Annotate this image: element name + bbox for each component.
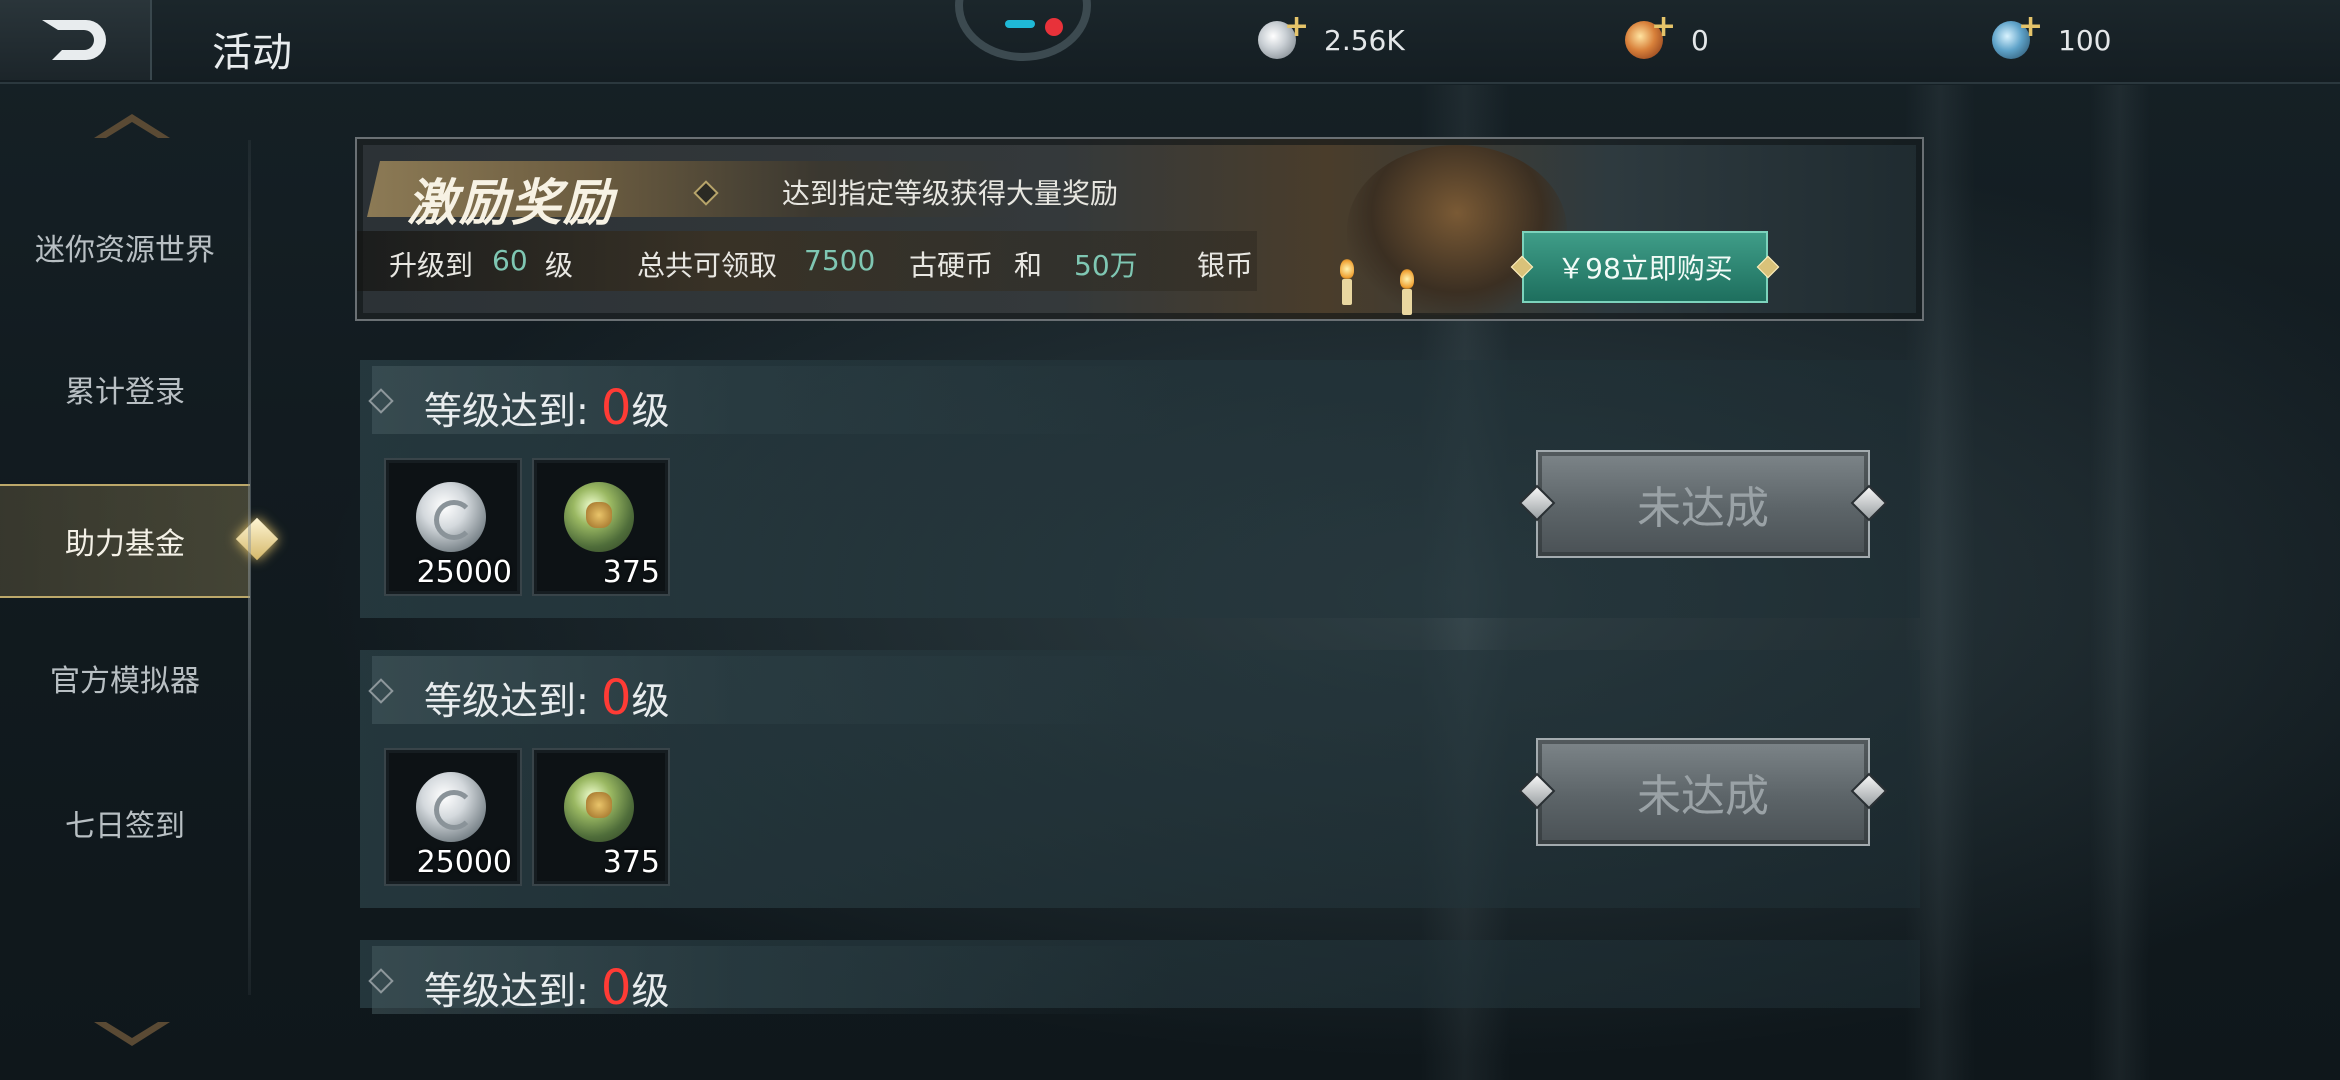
banner-text-total: 总共可领取 bbox=[637, 249, 778, 282]
sidebar-item-label: 官方模拟器 bbox=[50, 664, 200, 699]
back-arrow-icon bbox=[42, 20, 106, 60]
candle-flame-art bbox=[1340, 259, 1354, 279]
level-unit: 级 bbox=[631, 679, 670, 723]
scroll-up-chevron-icon[interactable] bbox=[92, 110, 172, 140]
sidebar-item-support-fund[interactable]: 助力基金 bbox=[0, 484, 279, 598]
reward-item-silver[interactable]: 25000 bbox=[384, 458, 522, 596]
candle-art bbox=[1342, 279, 1352, 305]
currency-copper: + 0 bbox=[1625, 9, 1709, 62]
copper-amount: 0 bbox=[1691, 23, 1709, 57]
header-diamond-icon bbox=[368, 678, 394, 704]
silver-coin-icon: + bbox=[1258, 9, 1309, 59]
candle-art bbox=[1402, 289, 1412, 315]
sidebar-item-seven-day-signin[interactable]: 七日签到 bbox=[0, 768, 250, 878]
claim-status-label: 未达成 bbox=[1637, 483, 1769, 534]
reward-card-header: 等级达到: 0级 bbox=[368, 366, 1172, 436]
banner-text-level: 级 bbox=[545, 249, 574, 282]
banner-subtitle: 达到指定等级获得大量奖励 bbox=[782, 177, 1119, 210]
level-requirement-label: 等级达到: bbox=[424, 389, 589, 433]
silver-coin-icon bbox=[416, 772, 486, 842]
claim-status-button[interactable]: 未达成 bbox=[1518, 738, 1888, 846]
page-title: 活动 bbox=[212, 30, 292, 76]
banner-text-and: 和 bbox=[1014, 249, 1043, 282]
banner-amount-coins: 7500 bbox=[804, 244, 876, 277]
level-unit: 级 bbox=[631, 969, 670, 1013]
button-ornament-icon bbox=[1518, 772, 1556, 810]
add-gem-icon[interactable]: + bbox=[2018, 9, 2043, 44]
back-button[interactable] bbox=[0, 0, 152, 80]
banner-title: 激励奖励 bbox=[407, 174, 615, 232]
sidebar-item-mini-resource-world[interactable]: 迷你资源世界 bbox=[0, 192, 250, 302]
silver-amount: 2.56K bbox=[1324, 23, 1405, 57]
reward-card: 等级达到: 0级 25000 375 未达成 bbox=[360, 650, 1920, 908]
button-ornament-icon bbox=[1850, 484, 1888, 522]
level-requirement-label: 等级达到: bbox=[424, 679, 589, 723]
reward-item-jade[interactable]: 375 bbox=[532, 748, 670, 886]
status-dial-icon bbox=[955, 0, 1091, 61]
reward-card-header: 等级达到: 0级 bbox=[368, 656, 1172, 726]
gem-icon: + bbox=[1992, 9, 2043, 59]
level-requirement-value: 0 bbox=[600, 670, 632, 726]
header-diamond-icon bbox=[368, 968, 394, 994]
currency-silver: + 2.56K bbox=[1258, 9, 1405, 62]
button-ornament-icon bbox=[1756, 255, 1780, 279]
jade-coin-icon bbox=[564, 482, 634, 552]
sidebar: 迷你资源世界 累计登录 助力基金 官方模拟器 七日签到 bbox=[0, 84, 279, 1080]
claim-status-label: 未达成 bbox=[1637, 771, 1769, 822]
reward-item-count: 25000 bbox=[416, 845, 512, 880]
banner-text-upgrade: 升级到 bbox=[389, 249, 474, 282]
banner-text-silver: 银币 bbox=[1197, 249, 1254, 282]
copper-coin-icon: + bbox=[1625, 9, 1676, 59]
jade-coin-icon bbox=[564, 772, 634, 842]
level-requirement-value: 0 bbox=[600, 960, 632, 1016]
gem-amount: 100 bbox=[2058, 23, 2112, 57]
reward-item-jade[interactable]: 375 bbox=[532, 458, 670, 596]
reward-item-count: 375 bbox=[602, 845, 660, 880]
top-bar: 活动 + 2.56K + 0 + 100 bbox=[0, 0, 2340, 84]
sidebar-item-label: 助力基金 bbox=[65, 527, 185, 562]
incentive-banner: 激励奖励 达到指定等级获得大量奖励 升级到 60 级 总共可领取 7500 古硬… bbox=[355, 137, 1924, 321]
banner-text-ancient-coin: 古硬币 bbox=[909, 249, 994, 282]
level-requirement-label: 等级达到: bbox=[424, 969, 589, 1013]
level-requirement: 等级达到: 0级 bbox=[424, 380, 669, 436]
silver-coin-icon bbox=[416, 482, 486, 552]
buy-now-label: ￥98立即购买 bbox=[1557, 252, 1733, 285]
level-unit: 级 bbox=[631, 389, 670, 433]
reward-item-count: 375 bbox=[602, 555, 660, 590]
header-diamond-icon bbox=[368, 388, 394, 414]
add-silver-icon[interactable]: + bbox=[1284, 9, 1309, 44]
reward-card-header: 等级达到: 0级 bbox=[368, 946, 1172, 1016]
sidebar-item-label: 累计登录 bbox=[65, 375, 185, 410]
notification-dot bbox=[1045, 18, 1063, 36]
sidebar-item-label: 迷你资源世界 bbox=[35, 233, 215, 268]
level-requirement-value: 0 bbox=[600, 380, 632, 436]
level-requirement: 等级达到: 0级 bbox=[424, 670, 669, 726]
button-ornament-icon bbox=[1518, 484, 1556, 522]
scroll-down-chevron-icon[interactable] bbox=[92, 1020, 172, 1050]
currency-gem: + 100 bbox=[1992, 9, 2112, 62]
reward-item-count: 25000 bbox=[416, 555, 512, 590]
sidebar-item-official-emulator[interactable]: 官方模拟器 bbox=[0, 623, 250, 733]
sidebar-divider bbox=[248, 140, 251, 995]
background-pillar bbox=[2090, 85, 2150, 1080]
active-indicator-icon bbox=[235, 517, 279, 561]
sidebar-item-label: 七日签到 bbox=[65, 809, 185, 844]
candle-flame-art bbox=[1400, 269, 1414, 289]
reward-card: 等级达到: 0级 25000 375 未达成 bbox=[360, 360, 1920, 618]
banner-amount-silver: 50万 bbox=[1074, 249, 1138, 282]
add-copper-icon[interactable]: + bbox=[1651, 9, 1676, 44]
reward-item-silver[interactable]: 25000 bbox=[384, 748, 522, 886]
claim-status-button[interactable]: 未达成 bbox=[1518, 450, 1888, 558]
sidebar-item-cumulative-login[interactable]: 累计登录 bbox=[0, 334, 250, 444]
reward-card: 等级达到: 0级 bbox=[360, 940, 1920, 1016]
button-ornament-icon bbox=[1850, 772, 1888, 810]
buy-now-button[interactable]: ￥98立即购买 bbox=[1510, 231, 1780, 303]
banner-level-value: 60 bbox=[492, 244, 528, 277]
level-requirement: 等级达到: 0级 bbox=[424, 960, 669, 1016]
